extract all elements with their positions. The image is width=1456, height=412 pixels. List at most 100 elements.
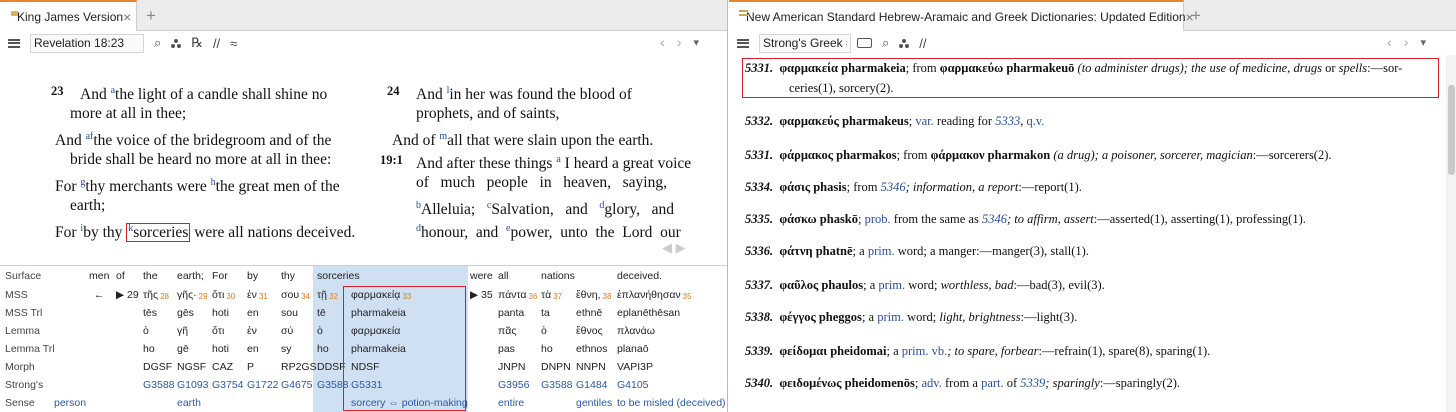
abbreviation-link[interactable]: part.	[981, 376, 1004, 390]
parallel-icon[interactable]: //	[919, 36, 926, 51]
sense-link[interactable]: gentiles	[576, 394, 612, 412]
scrollbar[interactable]	[1446, 55, 1456, 412]
selected-word-sorceries[interactable]: ksorceries	[126, 223, 191, 242]
row-label: Strong's	[5, 379, 44, 391]
surface-word[interactable]: earth;	[177, 267, 204, 285]
history-dropdown-icon[interactable]: ▾	[1420, 36, 1426, 50]
abbreviation-link[interactable]: var.	[915, 114, 933, 128]
entry-text: ;	[858, 212, 865, 226]
sense-link[interactable]: entire	[498, 394, 524, 412]
strongs-link[interactable]: G1484	[576, 376, 608, 394]
search-icon[interactable]: ⌕	[882, 35, 889, 51]
surface-word[interactable]: nations	[541, 267, 575, 285]
reference-input[interactable]	[759, 33, 851, 53]
strongs-link[interactable]: G1722	[247, 376, 279, 394]
surface-word[interactable]: by	[247, 267, 258, 285]
verse-line: more at all in thee;	[70, 105, 187, 122]
verse-number: 19:1	[380, 153, 403, 167]
reference-input[interactable]	[30, 33, 144, 53]
strongs-link[interactable]: 5333	[995, 114, 1020, 128]
abbreviation-link[interactable]: q.v.	[1026, 114, 1044, 128]
entry-number: 5334.	[745, 180, 780, 194]
strongs-link[interactable]: G4675	[281, 376, 313, 394]
entry-number: 5337.	[745, 278, 780, 292]
forward-arrow-icon[interactable]: ›	[1404, 34, 1409, 50]
strongs-link[interactable]: G3588	[541, 376, 573, 394]
surface-word[interactable]: men	[89, 267, 109, 285]
abbreviation-link[interactable]: adv.	[921, 376, 941, 390]
abbreviation-link[interactable]: prob.	[865, 212, 891, 226]
surface-word[interactable]: For	[212, 267, 228, 285]
surface-word[interactable]: of	[116, 267, 125, 285]
new-tab-icon[interactable]: +	[1191, 6, 1201, 26]
dictionary-entry: 5331. φαρμακεία pharmakeia; from φαρμακε…	[745, 58, 1435, 98]
surface-word[interactable]: the	[143, 267, 158, 285]
approx-icon[interactable]: ≈	[230, 36, 237, 51]
keyboard-icon[interactable]	[857, 38, 872, 48]
sense-link[interactable]: to be misled (deceived)	[617, 394, 726, 412]
abbreviation-link[interactable]: prim.	[878, 278, 905, 292]
close-icon[interactable]: ×	[123, 9, 131, 25]
strongs-link[interactable]: G3588	[143, 376, 175, 394]
back-arrow-icon[interactable]: ←	[94, 286, 105, 304]
sense-link[interactable]: person	[54, 394, 86, 412]
row-label: Lemma	[5, 325, 41, 337]
strongs-link[interactable]: 5339	[1020, 376, 1045, 390]
entry-text: :—sparingly(2).	[1099, 376, 1181, 390]
toolbar: ⌕ // ‹ › ▾	[729, 31, 1456, 55]
entry-number: 5331.	[745, 61, 780, 75]
headword: φάρμακος pharmakos	[779, 148, 897, 162]
new-tab-icon[interactable]: +	[146, 6, 156, 26]
sense-link[interactable]: earth	[177, 394, 201, 412]
strongs-link[interactable]: 5346	[881, 180, 906, 194]
footnote-link[interactable]: m	[439, 131, 447, 142]
forward-arrow-icon[interactable]: ›	[677, 34, 682, 50]
back-arrow-icon[interactable]: ‹	[660, 34, 665, 50]
strongs-link[interactable]: G3754	[212, 376, 244, 394]
row-label: Lemma Trl	[5, 343, 55, 355]
dictionary-entries: 5331. φαρμακεία pharmakeia; from φαρμακε…	[729, 55, 1439, 412]
visual-filter-icon[interactable]	[899, 38, 910, 48]
surface-word[interactable]: deceived.	[617, 267, 662, 285]
strongs-link[interactable]: 5346	[982, 212, 1007, 226]
page-arrows[interactable]: ◀ ▶	[662, 240, 686, 256]
back-arrow-icon[interactable]: ‹	[1387, 34, 1392, 50]
tab-kjv[interactable]: King James Version ×	[0, 0, 137, 31]
entry-number: 5340.	[745, 376, 780, 390]
entry-text: :—asserted(1), asserting(1), professing(…	[1093, 212, 1306, 226]
parallel-icon[interactable]: //	[213, 36, 220, 51]
surface-word[interactable]: all	[498, 267, 509, 285]
abbreviation-link[interactable]: prim. vb.	[902, 344, 947, 358]
entry-number: 5331.	[745, 148, 780, 162]
menu-icon[interactable]	[8, 38, 20, 48]
verse-line: prophets, and of saints,	[416, 105, 560, 122]
entry-text: from a	[941, 376, 982, 390]
entry-text: word; a manger:—manger(3), stall(1).	[894, 244, 1089, 258]
surface-word[interactable]: sorceries	[317, 267, 360, 285]
surface-word[interactable]: thy	[281, 267, 295, 285]
dictionary-entry: 5340. φειδομένως pheidomenōs; adv. from …	[745, 373, 1435, 393]
mss-word: ὅτι 30	[212, 289, 236, 301]
mss-word: τῆς 28	[143, 289, 169, 301]
kjv-panel: King James Version × + ⌕ ℞ // ≈ ‹ › ▾ 23…	[0, 0, 728, 412]
entry-text: ; a	[886, 344, 902, 358]
menu-icon[interactable]	[737, 38, 749, 48]
surface-word[interactable]: were	[470, 267, 493, 285]
strongs-link[interactable]: G4105	[617, 376, 649, 394]
definition-text: ; to spare, forbear	[947, 344, 1039, 358]
row-label: MSS	[5, 289, 28, 301]
scroll-thumb[interactable]	[1448, 85, 1455, 175]
strongs-link[interactable]: G1093	[177, 376, 209, 394]
inline-filter-icon[interactable]: ℞	[191, 35, 203, 51]
visual-filter-icon[interactable]	[171, 38, 182, 48]
verse-line: bAlleluia; cSalvation, and dglory, and	[416, 200, 674, 218]
headword: φαρμακεύω pharmakeuō	[939, 61, 1075, 75]
history-dropdown-icon[interactable]: ▾	[693, 36, 699, 50]
strongs-link[interactable]: G3956	[498, 376, 530, 394]
entry-text: word;	[903, 310, 940, 324]
search-icon[interactable]: ⌕	[154, 35, 161, 51]
abbreviation-link[interactable]: prim.	[877, 310, 904, 324]
abbreviation-link[interactable]: prim.	[868, 244, 895, 258]
dictionary-entry: 5334. φάσις phasis; from 5346; informati…	[745, 177, 1435, 197]
tab-nas-dictionary[interactable]: New American Standard Hebrew-Aramaic and…	[729, 0, 1194, 31]
